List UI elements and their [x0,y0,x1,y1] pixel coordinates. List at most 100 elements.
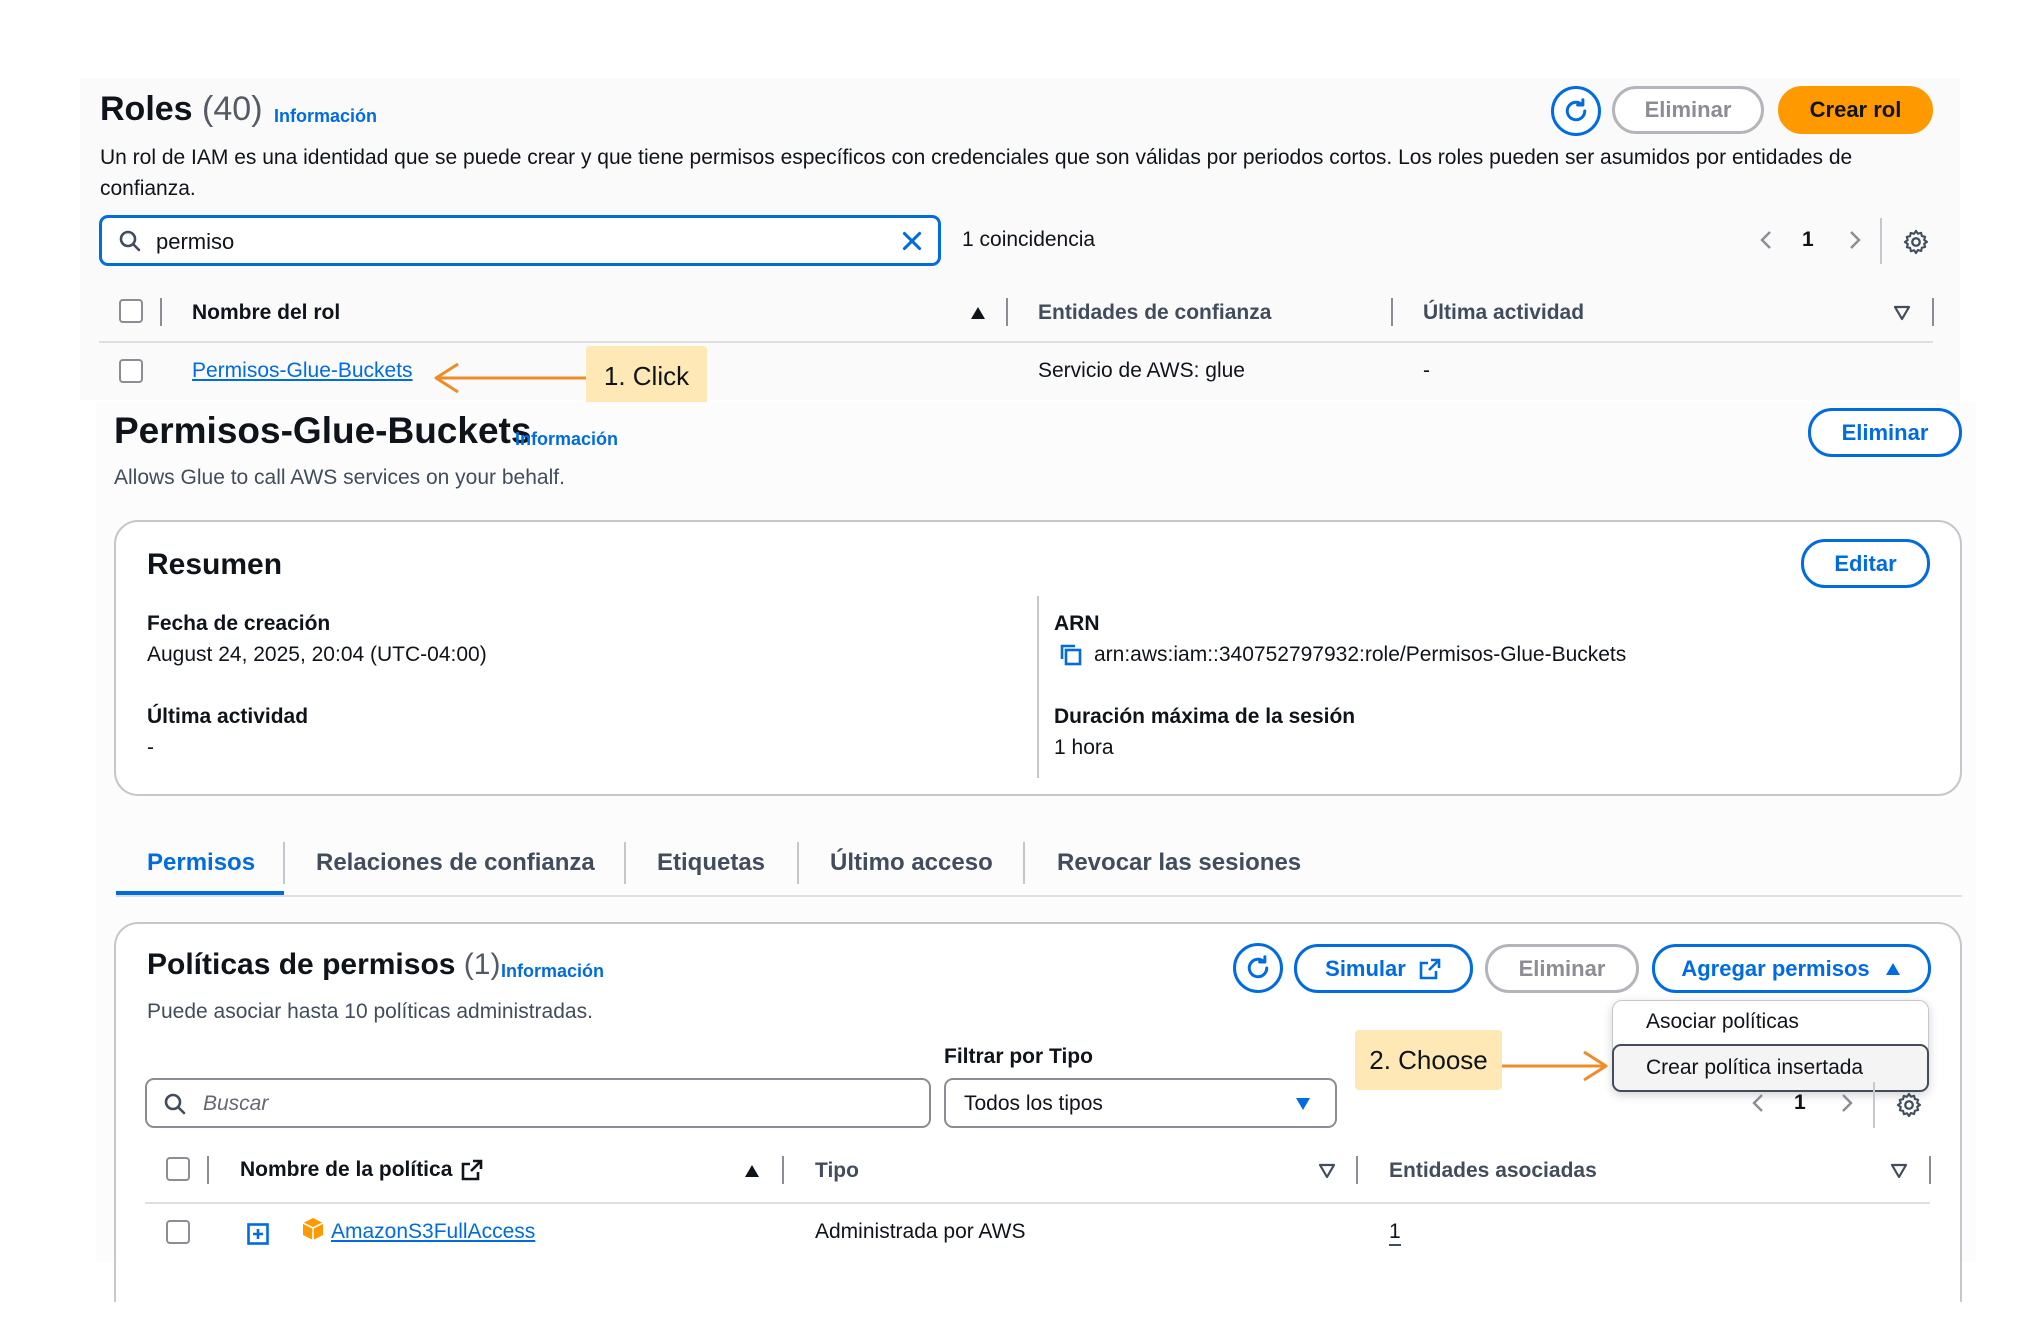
create-role-button[interactable]: Crear rol [1778,86,1933,134]
column-attached-entities[interactable]: Entidades asociadas [1389,1159,1597,1183]
creation-date-value: August 24, 2025, 20:04 (UTC-04:00) [147,643,487,666]
chevron-right-icon[interactable] [1835,1091,1857,1115]
copy-icon[interactable] [1058,642,1084,668]
tab-last-accessed[interactable]: Último acceso [830,849,993,877]
last-activity-value: - [147,736,154,759]
role-delete-button[interactable]: Eliminar [1808,408,1962,457]
role-description: Allows Glue to call AWS services on your… [114,466,565,489]
filter-type-value: Todos los tipos [964,1092,1103,1115]
summary-column-divider [1037,596,1039,778]
divider [1880,218,1882,264]
menu-item-create-inline-policy[interactable]: Crear política insertada [1612,1044,1929,1092]
policy-row-checkbox[interactable] [166,1220,190,1244]
column-policy-name-label: Nombre de la política [240,1158,453,1181]
policies-search-placeholder: Buscar [203,1092,269,1115]
filter-type-select[interactable]: Todos los tipos [944,1078,1337,1128]
sort-ascending-icon[interactable] [743,1163,761,1179]
policy-name-link[interactable]: AmazonS3FullAccess [331,1220,535,1244]
search-icon [164,1093,186,1115]
add-permissions-button[interactable]: Agregar permisos [1652,944,1931,993]
caret-down-icon [1296,1098,1310,1110]
search-icon [119,230,141,252]
column-type[interactable]: Tipo [815,1159,859,1183]
tab-trust-relationships[interactable]: Relaciones de confianza [316,849,595,877]
column-last-activity[interactable]: Última actividad [1423,301,1584,325]
policies-info-link[interactable]: Información [501,961,604,982]
row-checkbox[interactable] [119,359,143,383]
tab-permissions[interactable]: Permisos [147,849,255,877]
policies-description: Puede asociar hasta 10 políticas adminis… [147,1000,593,1023]
arrow-left-icon [434,362,588,394]
roles-description: Un rol de IAM es una identidad que se pu… [100,146,1853,200]
roles-count: (40) [202,90,263,128]
divider [624,842,626,884]
select-all-policies-checkbox[interactable] [166,1157,190,1181]
role-trusted-entity: Servicio de AWS: glue [1038,359,1245,382]
roles-refresh-button[interactable] [1551,86,1601,136]
tab-revoke-sessions[interactable]: Revocar las sesiones [1057,849,1301,877]
sort-icon[interactable] [1318,1163,1336,1179]
add-permissions-label: Agregar permisos [1681,955,1870,981]
last-activity-label: Última actividad [147,705,309,728]
caret-up-icon [1885,962,1900,975]
callout-step-1: 1. Click [586,346,707,406]
callout-step-2: 2. Choose [1355,1030,1502,1090]
roles-page-number[interactable]: 1 [1802,228,1814,252]
role-info-link[interactable]: Información [515,429,618,450]
roles-match-count: 1 coincidencia [962,228,1096,251]
divider [160,298,162,326]
divider [1356,1156,1358,1184]
policies-title-text: Políticas de permisos [147,948,456,981]
menu-item-attach-policies[interactable]: Asociar políticas [1646,1010,1799,1034]
summary-title: Resumen [147,548,283,581]
divider [1023,842,1025,884]
column-trusted-entities[interactable]: Entidades de confianza [1038,301,1271,325]
divider [1391,298,1393,326]
gear-icon[interactable] [1895,1091,1923,1119]
refresh-icon [1565,98,1587,122]
arn-label: ARN [1054,612,1100,635]
roles-title-text: Roles [100,90,193,128]
roles-title: Roles (40) [100,90,263,129]
select-all-checkbox[interactable] [119,299,143,323]
aws-managed-policy-icon [302,1218,324,1240]
clear-icon[interactable] [899,228,925,254]
external-link-icon [1419,958,1441,979]
expand-icon[interactable] [246,1222,270,1246]
roles-delete-button[interactable]: Eliminar [1612,86,1764,134]
sort-ascending-icon[interactable] [969,305,987,321]
roles-info-link[interactable]: Información [274,106,377,127]
policies-count: (1) [463,948,501,981]
column-policy-name[interactable]: Nombre de la política [240,1158,484,1182]
policies-search-input[interactable]: Buscar [145,1078,931,1128]
policy-type: Administrada por AWS [815,1220,1026,1243]
divider [283,842,285,884]
chevron-right-icon[interactable] [1843,228,1865,252]
menu-item-create-inline-policy-label: Crear política insertada [1646,1056,1864,1079]
sort-icon[interactable] [1893,305,1911,321]
divider [1929,1156,1931,1184]
chevron-left-icon[interactable] [1748,1091,1770,1115]
chevron-left-icon[interactable] [1756,228,1778,252]
role-name-link[interactable]: Permisos-Glue-Buckets [192,359,413,383]
divider [1006,298,1008,326]
max-session-label: Duración máxima de la sesión [1054,705,1356,728]
refresh-icon [1247,955,1269,979]
table-header-divider [99,341,1933,343]
policies-delete-button[interactable]: Eliminar [1485,944,1639,993]
policies-page-number[interactable]: 1 [1794,1091,1806,1115]
edit-button[interactable]: Editar [1801,539,1930,588]
filter-type-label: Filtrar por Tipo [944,1045,1093,1068]
simulate-button[interactable]: Simular [1294,944,1473,993]
policy-attached-entities[interactable]: 1 [1389,1220,1401,1246]
simulate-label: Simular [1325,955,1406,981]
gear-icon[interactable] [1902,228,1930,256]
tabs-divider [116,895,1962,897]
policies-refresh-button[interactable] [1233,943,1283,993]
tab-tags[interactable]: Etiquetas [657,849,765,877]
column-role-name[interactable]: Nombre del rol [192,301,340,325]
divider [1873,1082,1875,1128]
sort-icon[interactable] [1890,1163,1908,1179]
role-last-activity: - [1423,359,1430,382]
roles-search-input[interactable]: permiso [99,215,941,266]
